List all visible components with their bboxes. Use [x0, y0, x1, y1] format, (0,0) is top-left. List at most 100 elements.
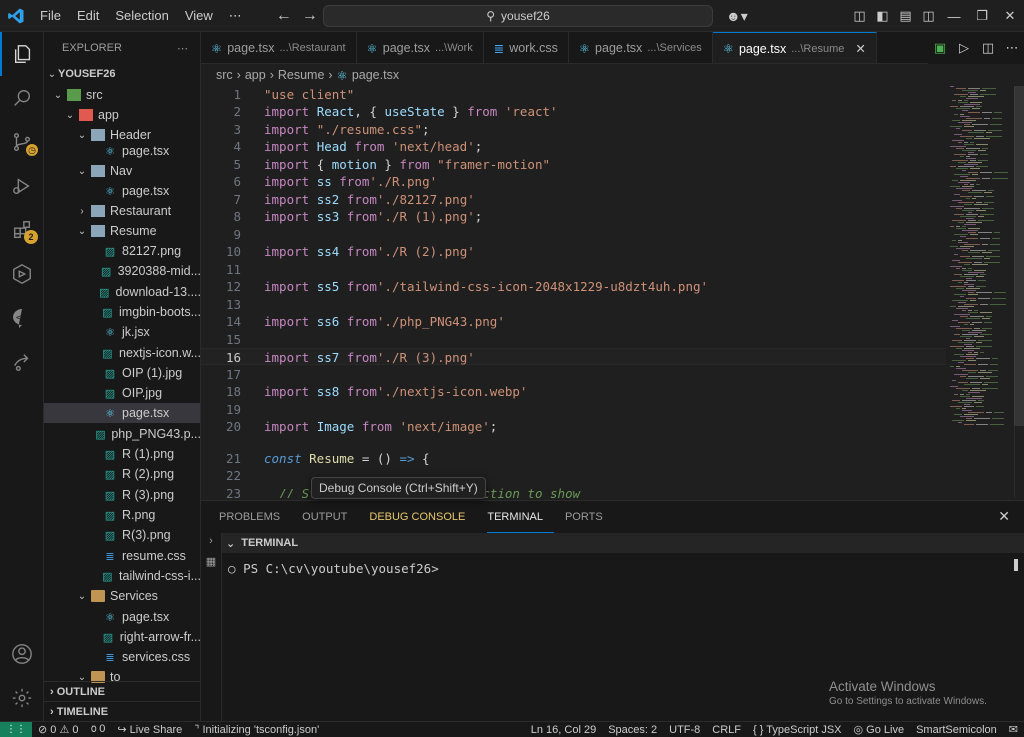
customize-layout-icon[interactable]: ◫	[848, 8, 871, 24]
code-line[interactable]: 4 import Head from 'next/head';	[201, 138, 946, 155]
explorer-item[interactable]: ▨ tailwind-css-i...	[44, 566, 200, 586]
editor-scrollbar[interactable]	[1014, 86, 1024, 498]
editor-scroll-thumb[interactable]	[1014, 86, 1024, 426]
code-line[interactable]: 1 "use client"	[201, 86, 946, 103]
code-line[interactable]: 8 import ss3 from'./R (1).png';	[201, 208, 946, 225]
editor-tab[interactable]: ⚛ page.tsx ...\Work	[357, 32, 484, 63]
remote-explorer-icon[interactable]	[0, 252, 44, 296]
close-panel-icon[interactable]: ✕	[998, 508, 1010, 525]
menu-item[interactable]: ⋯	[221, 0, 250, 32]
extensions-icon[interactable]: 2	[0, 208, 44, 252]
menu-item[interactable]: View	[177, 0, 221, 32]
close-window-icon[interactable]: ✕	[996, 8, 1024, 24]
remote-indicator-icon[interactable]: ⋮⋮	[0, 722, 32, 737]
code-line[interactable]: 3 import "./resume.css";	[201, 121, 946, 138]
terminal-section-header[interactable]: ⌄ TERMINAL	[222, 533, 1024, 553]
breadcrumb-item[interactable]: app	[245, 68, 266, 82]
problems-count[interactable]: ⊘ 0 ⚠ 0	[32, 723, 84, 736]
menu-item[interactable]: Selection	[107, 0, 176, 32]
panel-tab[interactable]: PORTS	[565, 501, 614, 533]
more-actions-icon[interactable]: ⋯	[177, 42, 188, 55]
workspace-root[interactable]: ⌄ YOUSEF26	[44, 64, 200, 84]
encoding[interactable]: UTF-8	[663, 724, 706, 736]
explorer-item[interactable]: ≣ services.css	[44, 647, 200, 667]
explorer-item[interactable]: ▨ R (3).png	[44, 485, 200, 505]
explorer-item[interactable]: ⌄ Resume	[44, 221, 200, 241]
explorer-item[interactable]: ▨ OIP (1).jpg	[44, 363, 200, 383]
explorer-item[interactable]: ▨ 3920388-mid...	[44, 261, 200, 281]
code-line[interactable]: 2 import React, { useState } from 'react'	[201, 103, 946, 120]
code-line[interactable]: 10 import ss4 from'./R (2).png'	[201, 243, 946, 260]
code-line[interactable]: 12 import ss5 from'./tailwind-css-icon-20…	[201, 278, 946, 295]
ports-count[interactable]: ൦ 0	[84, 723, 111, 736]
code-line[interactable]: 14 import ss6 from'./php_PNG43.png'	[201, 313, 946, 330]
explorer-item[interactable]: ▨ R(3).png	[44, 525, 200, 545]
forward-arrow-icon[interactable]: →	[302, 7, 318, 25]
explorer-item[interactable]: ▨ OIP.jpg	[44, 383, 200, 403]
code-line[interactable]: 16 import ss7 from'./R (3).png'	[201, 348, 946, 365]
account-icon[interactable]	[0, 632, 44, 676]
editor-tab[interactable]: ⚛ page.tsx ...\Restaurant	[201, 32, 357, 63]
panel-tab[interactable]: OUTPUT	[302, 501, 358, 533]
code-line[interactable]: 19	[201, 401, 946, 418]
explorer-item[interactable]: ▨ php_PNG43.p...	[44, 424, 200, 444]
toggle-sidebar-icon[interactable]: ◧	[871, 8, 894, 24]
explorer-item[interactable]: ▨ right-arrow-fr...	[44, 627, 200, 647]
live-share-icon[interactable]	[0, 340, 44, 384]
panel-tab[interactable]: PROBLEMS	[219, 501, 291, 533]
settings-gear-icon[interactable]	[0, 676, 44, 720]
editor-tab[interactable]: ⚛ page.tsx ...\Services	[569, 32, 713, 63]
toggle-secondary-sidebar-icon[interactable]: ◫	[917, 8, 940, 24]
minimize-window-icon[interactable]: —	[940, 9, 968, 24]
panel-tab[interactable]: TERMINAL	[487, 501, 554, 533]
notifications-bell-icon[interactable]: ✉	[1003, 723, 1024, 736]
explorer-item[interactable]: ⚛ jk.jsx	[44, 322, 200, 342]
chevron-right-icon[interactable]: ›	[201, 535, 221, 555]
copilot-icon[interactable]: ☻▾	[726, 8, 748, 25]
explorer-item[interactable]: ⌄ src	[44, 85, 200, 105]
menu-item[interactable]: Edit	[69, 0, 107, 32]
explorer-item[interactable]: ⌄ Services	[44, 586, 200, 606]
minimap[interactable]	[946, 86, 1014, 431]
chat-icon[interactable]: </>	[0, 296, 44, 340]
explorer-item[interactable]: ▨ nextjs-icon.w...	[44, 343, 200, 363]
menu-item[interactable]: File	[32, 0, 69, 32]
explorer-item[interactable]: ⚛ page.tsx	[44, 181, 200, 201]
explorer-item[interactable]: ▨ R (2).png	[44, 464, 200, 484]
close-tab-icon[interactable]: ✕	[855, 41, 865, 56]
more-actions-icon[interactable]: ⋯	[1000, 40, 1024, 56]
code-line[interactable]: 7 import ss2 from'./82127.png'	[201, 191, 946, 208]
explorer-item[interactable]: ▨ R.png	[44, 505, 200, 525]
explorer-item[interactable]: ▨ imgbin-boots...	[44, 302, 200, 322]
explorer-item[interactable]: ▨ download-13....	[44, 282, 200, 302]
explorer-item[interactable]: ▨ R (1).png	[44, 444, 200, 464]
source-control-icon[interactable]: ◷	[0, 120, 44, 164]
editor-tab[interactable]: ⚛ page.tsx ...\Resume ✕	[712, 32, 877, 63]
code-line[interactable]: 21 const Resume = () => {	[201, 450, 946, 467]
explorer-item[interactable]: ⚛ page.tsx	[44, 607, 200, 627]
breadcrumb-item[interactable]: Resume	[278, 68, 325, 82]
language-mode[interactable]: { } TypeScript JSX	[747, 724, 847, 736]
search-view-icon[interactable]	[0, 76, 44, 120]
code-editor[interactable]: 1 "use client" 2 import React, { useState }…	[201, 86, 1024, 498]
explorer-item[interactable]: ⌄ Nav	[44, 161, 200, 181]
editor-tab[interactable]: ≣ work.css	[484, 32, 569, 63]
live-share-button[interactable]: ↪ Live Share	[111, 723, 188, 736]
smart-semicolon[interactable]: SmartSemicolon	[910, 724, 1003, 736]
explorer-item[interactable]: ▨ 82127.png	[44, 241, 200, 261]
code-line[interactable]: 6 import ss from'./R.png'	[201, 173, 946, 190]
explorer-item[interactable]: ⚛ page.tsx	[44, 141, 200, 161]
timeline-section[interactable]: › TIMELINE	[44, 701, 200, 721]
code-line[interactable]: 5 import { motion } from "framer-motion"	[201, 156, 946, 173]
explorer-item[interactable]: › Restaurant	[44, 201, 200, 221]
code-line[interactable]: 17	[201, 366, 946, 383]
cursor-position[interactable]: Ln 16, Col 29	[525, 724, 602, 736]
code-line[interactable]: 11	[201, 261, 946, 278]
code-line[interactable]: 18 import ss8 from'./nextjs-icon.webp'	[201, 383, 946, 400]
explorer-item[interactable]: ≣ resume.css	[44, 546, 200, 566]
explorer-item[interactable]: ⚛ page.tsx	[44, 403, 200, 423]
indentation[interactable]: Spaces: 2	[602, 724, 663, 736]
breadcrumb-item[interactable]: src	[216, 68, 233, 82]
chat-bubble-icon[interactable]: ▦	[201, 555, 221, 575]
run-icon[interactable]: ▷	[952, 40, 976, 56]
